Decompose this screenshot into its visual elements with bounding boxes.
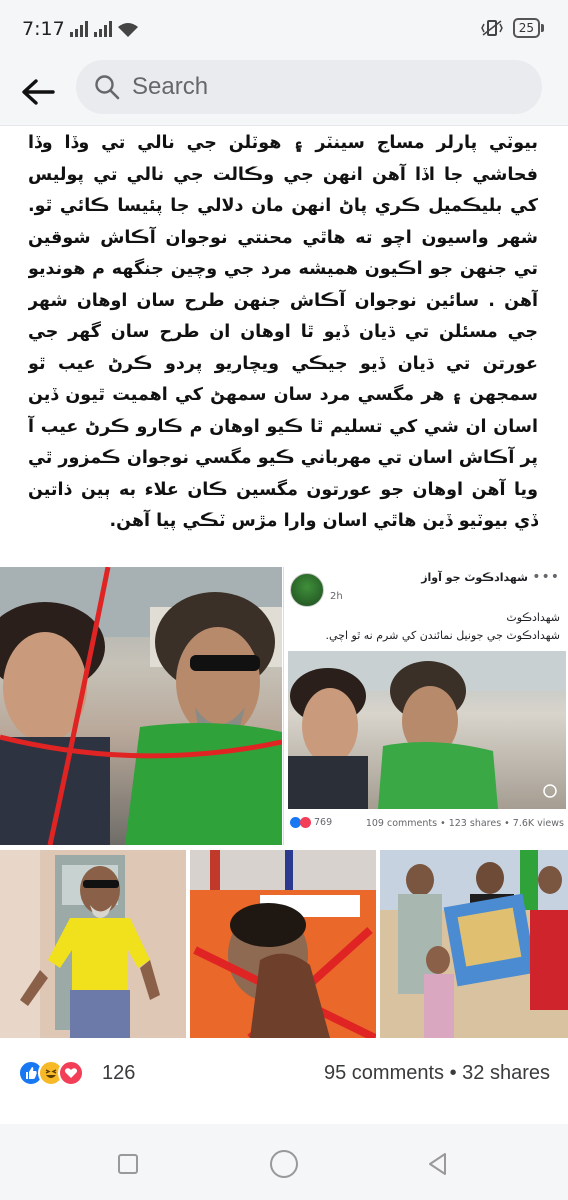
embedded-post-photo	[288, 651, 566, 809]
reactions-summary[interactable]	[18, 1060, 84, 1086]
recent-apps-button[interactable]	[108, 1144, 148, 1184]
back-nav-button[interactable]	[418, 1144, 458, 1184]
crowd-protest-photo	[380, 850, 568, 1038]
reaction-count[interactable]: 126	[102, 1062, 135, 1085]
embedded-post-line-2: شهدادڪوٽ جي جونيل نمائندن کي شرم نه ٿو ا…	[325, 629, 560, 642]
post-stats: 126 95 comments • 32 shares	[0, 1046, 568, 1102]
embedded-reaction-count: 769	[314, 817, 333, 828]
post-text: بيوٽي پارلر مساج سينٽر ۽ هوٽلن جي نالي ت…	[28, 133, 538, 531]
home-icon	[270, 1150, 298, 1178]
back-triangle-icon	[429, 1153, 446, 1175]
battery-icon: 25	[512, 18, 544, 38]
embedded-post-card[interactable]: شهدادڪوٽ جو آواز 2h ••• شهدادڪوٽ شهدادڪو…	[283, 567, 568, 845]
post-image-4[interactable]	[190, 850, 376, 1038]
page-avatar	[290, 573, 324, 607]
status-time: 7:17	[22, 18, 65, 40]
post-image-5[interactable]	[380, 850, 568, 1038]
embedded-post-time: 2h	[330, 591, 343, 602]
love-icon	[58, 1060, 84, 1086]
system-nav-bar	[0, 1124, 568, 1200]
status-right: 25	[480, 18, 544, 38]
home-button[interactable]	[264, 1144, 304, 1184]
defaced-poster-photo	[190, 850, 376, 1038]
car-driving-photo	[288, 651, 566, 809]
search-icon	[95, 75, 120, 100]
post-image-3[interactable]	[0, 850, 186, 1038]
embedded-post-line-1: شهدادڪوٽ	[506, 611, 560, 624]
more-options-icon: •••	[532, 569, 560, 585]
comments-shares-count[interactable]: 95 comments • 32 shares	[324, 1062, 550, 1085]
love-icon	[300, 817, 311, 828]
search-input[interactable]	[132, 73, 492, 101]
embedded-page-name: شهدادڪوٽ جو آواز	[421, 571, 528, 584]
battery-level: 25	[512, 18, 540, 38]
man-yellow-shirt-photo	[0, 850, 160, 1038]
post-image-1[interactable]	[0, 567, 282, 845]
status-bar: 7:17 25	[0, 0, 568, 58]
embedded-reactions: 769	[290, 817, 332, 828]
vibrate-icon	[480, 20, 503, 36]
car-selfie-photo	[0, 567, 282, 845]
search-bar[interactable]	[76, 60, 542, 114]
recent-apps-icon	[118, 1154, 138, 1174]
back-arrow-icon	[22, 79, 55, 105]
signal-icon	[70, 21, 138, 37]
search-header	[0, 58, 568, 126]
embedded-counts: 109 comments • 123 shares • 7.6K views	[365, 818, 564, 829]
back-button[interactable]	[16, 70, 60, 114]
